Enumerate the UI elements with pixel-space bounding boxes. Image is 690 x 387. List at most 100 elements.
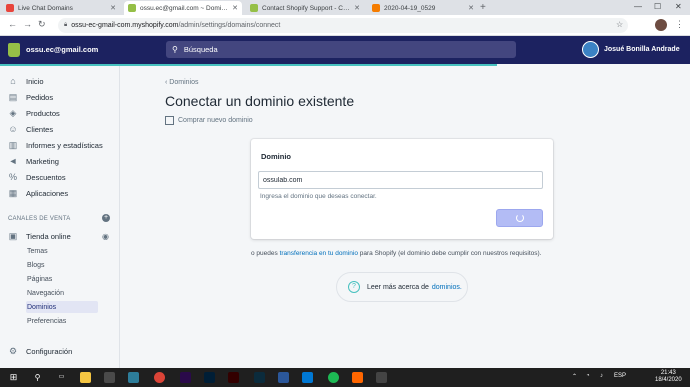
buy-domain-link[interactable]: Comprar nuevo dominio [165,116,253,125]
mail-app-icon[interactable] [128,372,139,383]
task-view-icon[interactable]: ▭ [56,372,67,383]
domain-input[interactable] [258,171,543,189]
sidebar-item-label: Tienda online [26,231,71,241]
sidebar-item-pedidos[interactable]: ▤ Pedidos [0,90,120,104]
browser-tab-live-chat[interactable]: Live Chat Domains ✕ [2,1,120,15]
tab-favicon-icon [372,4,380,12]
windows-start-icon[interactable]: ⊞ [8,372,19,383]
forward-icon[interactable]: → [23,19,32,29]
close-tab-icon[interactable]: ✕ [468,4,474,12]
browser-tab-dominios[interactable]: ossu.ec@gmail.com ~ Dominios ✕ [124,1,242,15]
back-icon[interactable]: ← [8,19,17,29]
app-icon[interactable] [302,372,313,383]
spotify-icon[interactable] [328,372,339,383]
sidebar-item-productos[interactable]: ◈ Productos [0,106,120,120]
domains-help-link[interactable]: dominios. [432,284,462,291]
sidebar-item-marketing[interactable]: ◄ Marketing [0,154,120,168]
user-name[interactable]: Josué Bonilla Andrade [604,46,680,53]
transfer-prefix: o puedes [251,250,280,257]
sidebar-item-label: Productos [26,108,60,118]
store-app-icon[interactable] [104,372,115,383]
sidebar-item-label: Descuentos [26,172,66,182]
illustrator-icon[interactable] [228,372,239,383]
bookmark-star-icon[interactable]: ☆ [616,20,623,29]
sidebar-item-configuracion[interactable]: ⚙ Configuración [0,344,120,358]
browser-tab-screenshot[interactable]: 2020-04-19_0529 ✕ [368,1,478,15]
close-tab-icon[interactable]: ✕ [232,4,238,12]
sidebar-item-label: Configuración [26,346,73,356]
sidebar-item-label: Pedidos [26,92,54,102]
connect-button[interactable] [496,209,543,227]
word-icon[interactable] [278,372,289,383]
breadcrumb[interactable]: ‹ Dominios [165,79,198,86]
browser-profile-avatar[interactable] [655,19,667,31]
sidebar-subitem-dominios[interactable]: Dominios [26,301,98,313]
tab-label: ossu.ec@gmail.com ~ Dominios [140,4,230,12]
sidebar-subitem-preferencias[interactable]: Preferencias [26,315,98,327]
sidebar-item-label: Aplicaciones [26,188,69,198]
photoshop-icon[interactable] [204,372,215,383]
language-indicator[interactable]: ESP [614,373,626,379]
url-path: /admin/settings/domains/connect [178,22,281,29]
sidebar-item-clientes[interactable]: ☺ Clientes [0,122,120,136]
maximize-icon[interactable]: ☐ [654,2,661,11]
url-host: ossu-ec-gmail-com.myshopify.com [71,22,179,29]
chevron-left-icon: ‹ [165,79,168,86]
clock-time: 21:43 [660,370,676,376]
sidebar-item-label: Marketing [26,156,59,166]
orders-icon: ▤ [8,91,18,102]
clock[interactable]: 21:43 18/4/2020 [655,370,682,384]
sidebar-item-inicio[interactable]: ⌂ Inicio [0,74,120,88]
url-field[interactable]: 🔒︎ ossu-ec-gmail-com.myshopify.com/admin… [58,18,628,33]
shopify-top-bar: ossu.ec@gmail.com ⚲ Búsqueda Josué Bonil… [0,36,690,64]
close-tab-icon[interactable]: ✕ [354,4,360,12]
transfer-text: o puedes transferencia en tu dominio par… [251,250,542,257]
search-input[interactable]: ⚲ Búsqueda [166,41,516,58]
shop-name[interactable]: ossu.ec@gmail.com [26,45,98,54]
buy-domain-label: Comprar nuevo dominio [178,117,253,124]
add-channel-icon[interactable]: + [102,214,110,222]
tab-label: Live Chat Domains [18,4,73,12]
sidebar-subitem-blogs[interactable]: Blogs [26,259,98,271]
chrome-icon[interactable] [154,372,165,383]
user-avatar[interactable] [582,41,599,58]
reload-icon[interactable]: ↻ [38,19,46,30]
marketing-icon: ◄ [8,156,18,166]
sidebar-item-aplicaciones[interactable]: ▦ Aplicaciones [0,186,120,200]
discount-icon: % [8,172,17,182]
browser-menu-icon[interactable]: ⋮ [675,19,684,30]
sidebar-subitem-paginas[interactable]: Páginas [26,273,98,285]
sidebar-item-informes[interactable]: ▥ Informes y estadísticas [0,138,120,152]
network-icon[interactable]: ◔ [586,373,590,379]
transfer-domain-link[interactable]: transferencia en tu dominio [280,250,358,257]
store-icon: ▣ [8,230,18,241]
close-tab-icon[interactable]: ✕ [110,4,116,12]
close-window-icon[interactable]: ✕ [675,2,682,11]
minimize-icon[interactable]: — [634,2,642,11]
sales-channels-heading: CANALES DE VENTA [8,216,71,222]
sidebar-item-descuentos[interactable]: % Descuentos [0,170,120,184]
shopify-logo-icon [8,43,20,57]
search-icon[interactable]: ⚲ [32,372,43,383]
file-explorer-icon[interactable] [80,372,91,383]
calendar-icon [165,116,174,125]
card-title: Dominio [261,152,291,161]
tray-chevron-icon[interactable]: ⌃ [572,373,577,380]
volume-icon[interactable]: ♪ [600,373,603,379]
new-tab-icon[interactable]: + [480,2,486,13]
app-icon[interactable] [376,372,387,383]
browser-tab-bar: Live Chat Domains ✕ ossu.ec@gmail.com ~ … [0,0,690,15]
lightroom-icon[interactable] [254,372,265,383]
sidebar-subitem-navegacion[interactable]: Navegación [26,287,98,299]
premiere-icon[interactable] [180,372,191,383]
browser-tab-contact-support[interactable]: Contact Shopify Support - Centr... ✕ [246,1,364,15]
clock-date: 18/4/2020 [655,377,682,383]
shopify-favicon-icon [250,4,258,12]
sidebar-subitem-temas[interactable]: Temas [26,245,98,257]
learn-more-text: Leer más acerca de [367,283,429,291]
app-icon[interactable] [352,372,363,383]
view-store-eye-icon[interactable]: ◉ [102,232,109,241]
gear-icon: ⚙ [8,345,18,356]
address-bar: ← → ↻ 🔒︎ ossu-ec-gmail-com.myshopify.com… [0,15,690,36]
shopify-favicon-icon [128,4,136,12]
